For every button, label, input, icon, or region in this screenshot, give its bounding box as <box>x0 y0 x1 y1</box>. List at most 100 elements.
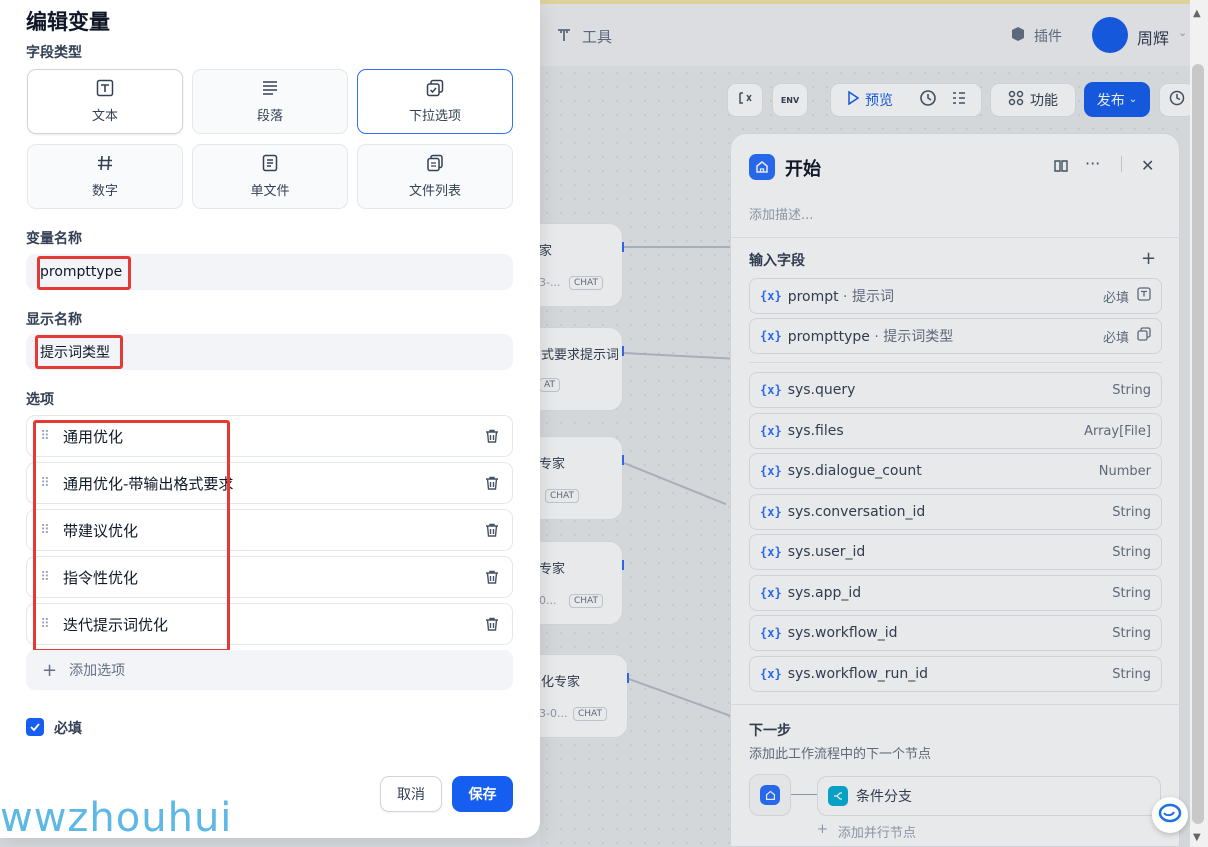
chevron-down-icon[interactable]: ⌄ <box>1178 26 1187 39</box>
play-icon <box>847 90 860 109</box>
type-label: 下拉选项 <box>408 109 461 124</box>
features-label: 功能 <box>1030 93 1058 109</box>
file-icon <box>261 154 279 176</box>
user-name[interactable]: 周辉 <box>1137 25 1169 49</box>
node-meta: 3-... <box>539 276 561 289</box>
sys-var-app-id[interactable]: {x} sys.app_id String <box>749 575 1162 611</box>
node-meta: 3-0... <box>539 707 568 720</box>
type-option-file-list[interactable]: 文件列表 <box>357 144 513 209</box>
var-type: String <box>1112 504 1151 520</box>
save-button[interactable]: 保存 <box>452 776 513 812</box>
add-parallel-node[interactable]: + 添加并行节点 <box>817 822 916 841</box>
checklist-icon[interactable] <box>951 90 967 110</box>
home-icon <box>749 154 775 180</box>
env-icon: ENV <box>780 95 800 105</box>
start-node-mini <box>749 774 791 816</box>
cancel-button[interactable]: 取消 <box>380 776 442 812</box>
variable-icon: {x} <box>760 464 782 478</box>
type-option-select[interactable]: 下拉选项 <box>357 69 513 134</box>
plugins-nav-item[interactable]: 插件 <box>1010 26 1062 46</box>
type-label: 文本 <box>91 109 118 124</box>
book-icon[interactable] <box>1053 158 1069 178</box>
trash-icon[interactable] <box>472 616 512 632</box>
preview-button[interactable]: 预览 <box>865 90 893 110</box>
plus-icon: + <box>42 659 58 681</box>
input-field-prompt[interactable]: {x} prompt · 提示词 必填 <box>749 278 1162 314</box>
node-connector[interactable] <box>622 560 624 570</box>
plus-icon: + <box>817 822 828 837</box>
input-field-prompttype[interactable]: {x} prompttype · 提示词类型 必填 <box>749 318 1162 354</box>
sys-var-dialogue-count[interactable]: {x} sys.dialogue_count Number <box>749 453 1162 489</box>
sys-var-workflow-run-id[interactable]: {x} sys.workflow_run_id String <box>749 656 1162 692</box>
next-step-desc: 添加此工作流程中的下一个节点 <box>749 747 932 762</box>
sys-var-workflow-id[interactable]: {x} sys.workflow_id String <box>749 615 1162 651</box>
type-option-paragraph[interactable]: 段落 <box>192 69 348 134</box>
edge <box>624 246 730 248</box>
type-label: 单文件 <box>250 184 290 199</box>
type-option-text[interactable]: 文本 <box>27 69 183 134</box>
file-list-icon <box>426 154 444 176</box>
trash-icon[interactable] <box>472 428 512 444</box>
trash-icon[interactable] <box>472 522 512 538</box>
more-icon[interactable]: ··· <box>1085 154 1100 173</box>
panel-title: 开始 <box>785 159 821 180</box>
type-option-single-file[interactable]: 单文件 <box>192 144 348 209</box>
variable-inspect-button[interactable] <box>727 83 763 117</box>
type-option-number[interactable]: 数字 <box>27 144 183 209</box>
var-name: sys.workflow_run_id <box>787 666 929 682</box>
var-name: sys.query <box>787 382 856 398</box>
inputs-title: 输入字段 <box>749 253 805 269</box>
scrollbar-thumb[interactable] <box>1192 64 1204 824</box>
highlight-box <box>37 256 131 290</box>
highlight-box <box>33 420 230 652</box>
node-title: 式要求提示词 <box>541 348 620 363</box>
edit-variable-modal: 编辑变量 字段类型 文本 段落 下拉选项 数字 单文件 文件列表 变量名称 pr… <box>0 0 540 838</box>
env-button[interactable]: ENV <box>772 83 808 117</box>
next-step-title: 下一步 <box>749 723 791 739</box>
next-node-condition[interactable]: 条件分支 <box>817 776 1161 816</box>
var-name: sys.workflow_id <box>787 625 898 641</box>
node-title: 家 <box>539 244 553 259</box>
node-meta: 0... <box>539 594 557 607</box>
sys-var-files[interactable]: {x} sys.files Array[File] <box>749 413 1162 449</box>
top-nav-bar: 工具 插件 周辉 ⌄ <box>540 4 1190 66</box>
avatar[interactable] <box>1092 17 1128 53</box>
var-type: String <box>1112 666 1151 682</box>
text-type-icon <box>1137 287 1151 305</box>
sys-var-user-id[interactable]: {x} sys.user_id String <box>749 534 1162 570</box>
highlight-box <box>35 335 123 369</box>
trash-icon[interactable] <box>472 569 512 585</box>
sys-var-conversation-id[interactable]: {x} sys.conversation_id String <box>749 494 1162 530</box>
floating-assistant-button[interactable] <box>1152 797 1188 833</box>
text-icon <box>96 79 114 101</box>
required-tag: 必填 <box>1102 290 1129 306</box>
required-label[interactable]: 必填 <box>54 718 82 738</box>
type-label: 文件列表 <box>408 184 461 199</box>
add-input-icon[interactable]: + <box>1141 248 1156 269</box>
close-icon[interactable]: ✕ <box>1141 156 1154 175</box>
scroll-up-icon[interactable]: ▲ <box>1193 8 1201 19</box>
start-node-panel: 开始 ··· ✕ 添加描述... 输入字段 + {x} prompt · 提示词… <box>730 133 1181 847</box>
publish-button[interactable]: 发布 ⌄ <box>1084 82 1150 117</box>
chat-chip: CHAT <box>545 489 580 503</box>
divider <box>731 237 1181 238</box>
scroll-down-icon[interactable]: ▼ <box>1193 832 1201 843</box>
history-icon[interactable] <box>919 89 937 111</box>
add-option-button[interactable]: + 添加选项 <box>26 650 513 690</box>
publish-label: 发布 <box>1096 92 1125 109</box>
type-label: 段落 <box>256 109 283 124</box>
tools-nav-item[interactable]: 工具 <box>556 26 612 47</box>
variable-icon: {x} <box>760 329 782 343</box>
display-name-label: 显示名称 <box>26 312 82 328</box>
trash-icon[interactable] <box>472 475 512 491</box>
divider <box>731 704 1181 705</box>
features-button[interactable]: 功能 <box>990 83 1076 117</box>
connector-line <box>791 794 817 795</box>
sys-var-query[interactable]: {x} sys.query String <box>749 372 1162 408</box>
var-type: String <box>1112 544 1151 560</box>
var-name: sys.user_id <box>787 544 866 560</box>
divider <box>749 362 1162 363</box>
description-placeholder[interactable]: 添加描述... <box>749 204 813 223</box>
required-checkbox[interactable] <box>26 718 44 736</box>
variable-icon: {x} <box>760 667 782 681</box>
